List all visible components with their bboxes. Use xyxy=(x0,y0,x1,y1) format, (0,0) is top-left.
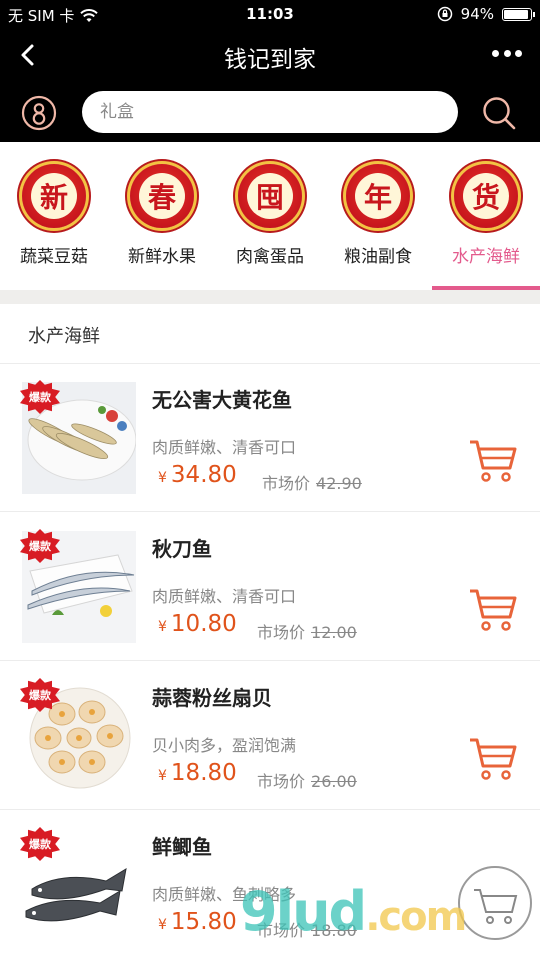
product-price: ¥34.80 xyxy=(158,462,237,488)
price-value: 15.80 xyxy=(170,909,237,935)
more-dot-icon xyxy=(503,50,511,57)
cart-icon xyxy=(470,738,517,780)
cart-icon xyxy=(470,440,517,482)
product-price: ¥10.80 xyxy=(158,611,237,637)
user-icon xyxy=(21,95,57,131)
product-desc: 肉质鲜嫩、清香可口 xyxy=(152,438,297,457)
cart-icon xyxy=(470,589,517,631)
cart-watermark-icon xyxy=(474,889,518,924)
add-to-cart-button[interactable] xyxy=(468,736,518,782)
product-desc: 肉质鲜嫩、清香可口 xyxy=(152,587,297,606)
product-item[interactable]: 爆款 无公害大黄花鱼 肉质鲜嫩、清香可口 ¥34.80 市场价 42.90 xyxy=(0,364,540,512)
currency-symbol: ¥ xyxy=(158,917,167,933)
watermark-main: 9lud xyxy=(240,880,367,943)
category-tab[interactable]: 囤 肉禽蛋品 xyxy=(216,142,324,290)
search-icon xyxy=(483,97,516,130)
category-tab[interactable]: 春 新鲜水果 xyxy=(108,142,216,290)
category-badge-icon: 囤 xyxy=(238,164,302,228)
user-button[interactable] xyxy=(20,94,58,132)
divider xyxy=(0,660,540,661)
market-price-value: 42.90 xyxy=(316,474,362,493)
product-name: 秋刀鱼 xyxy=(152,537,212,561)
category-label: 水产海鲜 xyxy=(452,247,520,267)
category-label: 蔬菜豆菇 xyxy=(20,247,88,267)
category-tabs: 新 蔬菜豆菇 春 新鲜水果 囤 肉禽蛋品 年 粮油副食 货 水产海鲜 xyxy=(0,142,540,290)
category-badge-icon: 春 xyxy=(130,164,194,228)
product-desc: 贝小肉多，盈润饱满 xyxy=(152,736,297,755)
battery-percent: 94% xyxy=(460,5,494,23)
category-tab[interactable]: 货 水产海鲜 xyxy=(432,142,540,290)
watermark: 9lud.com xyxy=(240,880,467,943)
section-divider xyxy=(0,290,540,304)
nav-bar: 钱记到家 xyxy=(0,28,540,82)
currency-symbol: ¥ xyxy=(158,619,167,635)
price-value: 10.80 xyxy=(170,611,237,637)
currency-symbol: ¥ xyxy=(158,470,167,486)
product-name: 无公害大黄花鱼 xyxy=(152,388,292,412)
watermark-suffix: .com xyxy=(365,894,467,940)
category-badge-icon: 新 xyxy=(22,164,86,228)
category-label: 粮油副食 xyxy=(344,247,412,267)
category-label: 新鲜水果 xyxy=(128,247,196,267)
category-label: 肉禽蛋品 xyxy=(236,247,304,267)
product-name: 鲜鲫鱼 xyxy=(152,835,212,859)
market-price-value: 12.00 xyxy=(311,623,357,642)
price-value: 18.80 xyxy=(170,760,237,786)
market-price: 市场价 26.00 xyxy=(257,768,357,792)
more-dot-icon xyxy=(515,50,522,57)
search-input[interactable] xyxy=(82,91,458,133)
add-to-cart-button[interactable] xyxy=(468,587,518,633)
product-name: 蒜蓉粉丝扇贝 xyxy=(152,686,272,710)
currency-symbol: ¥ xyxy=(158,768,167,784)
market-price: 市场价 12.00 xyxy=(257,619,357,643)
price-value: 34.80 xyxy=(170,462,237,488)
category-badge-icon: 货 xyxy=(454,164,518,228)
market-price-label: 市场价 xyxy=(262,474,311,493)
status-right: 94% xyxy=(437,5,535,23)
product-item[interactable]: 爆款 秋刀鱼 肉质鲜嫩、清香可口 ¥10.80 市场价 12.00 xyxy=(0,513,540,661)
add-to-cart-button[interactable] xyxy=(468,438,518,484)
section-title: 水产海鲜 xyxy=(28,326,100,347)
product-price: ¥15.80 xyxy=(158,909,237,935)
rotation-lock-icon xyxy=(437,6,452,22)
category-tab[interactable]: 年 粮油副食 xyxy=(324,142,432,290)
divider xyxy=(0,809,540,810)
market-price-label: 市场价 xyxy=(257,772,306,791)
product-price: ¥18.80 xyxy=(158,760,237,786)
market-price-value: 26.00 xyxy=(311,772,357,791)
market-price-label: 市场价 xyxy=(257,623,306,642)
category-tab[interactable]: 新 蔬菜豆菇 xyxy=(0,142,108,290)
watermark-logo xyxy=(458,866,532,940)
market-price: 市场价 42.90 xyxy=(262,470,362,494)
more-button[interactable] xyxy=(492,50,522,60)
status-bar: 无 SIM 卡 11:03 94% xyxy=(0,0,540,28)
page-title: 钱记到家 xyxy=(224,47,316,73)
search-bar xyxy=(0,82,540,142)
category-badge-icon: 年 xyxy=(346,164,410,228)
search-button[interactable] xyxy=(480,94,518,132)
more-dot-icon xyxy=(492,50,499,57)
divider xyxy=(0,511,540,512)
battery-icon xyxy=(502,7,535,21)
product-item[interactable]: 爆款 蒜蓉粉丝扇贝 贝小肉多，盈润饱满 ¥18.80 市场价 26.00 xyxy=(0,662,540,810)
